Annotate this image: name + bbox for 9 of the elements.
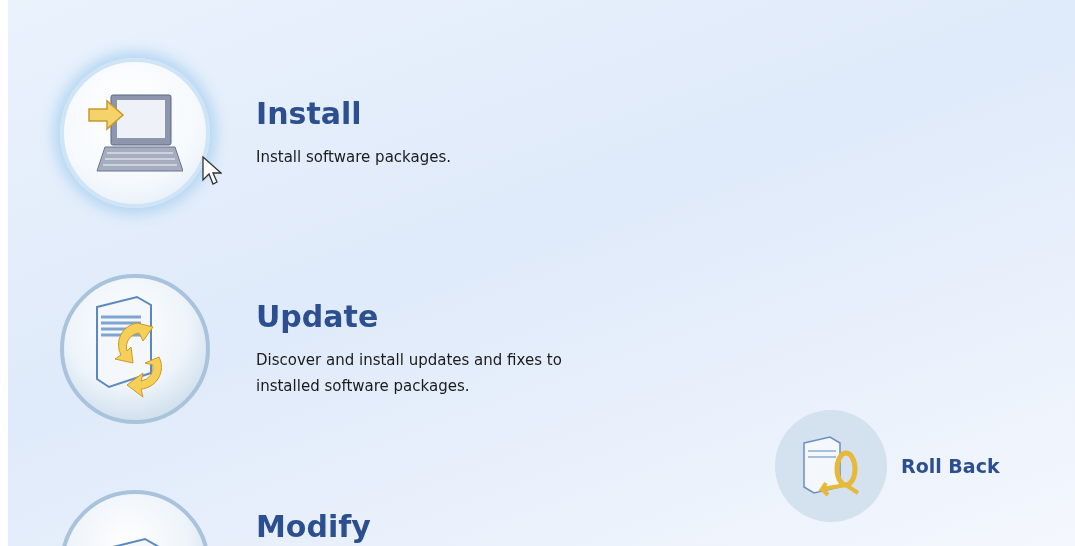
rollback-title[interactable]: Roll Back	[901, 455, 1000, 477]
action-title[interactable]: Update	[256, 299, 626, 333]
mouse-pointer-icon	[202, 156, 222, 186]
action-title[interactable]: Install	[256, 96, 626, 130]
action-title[interactable]: Modify	[256, 510, 626, 543]
computer-with-arrow-icon	[87, 91, 183, 175]
action-description: Install software packages.	[256, 146, 452, 168]
action-button[interactable]	[60, 58, 210, 208]
action-description: Discover and install updates and fixes to installed software packages.	[256, 349, 563, 397]
